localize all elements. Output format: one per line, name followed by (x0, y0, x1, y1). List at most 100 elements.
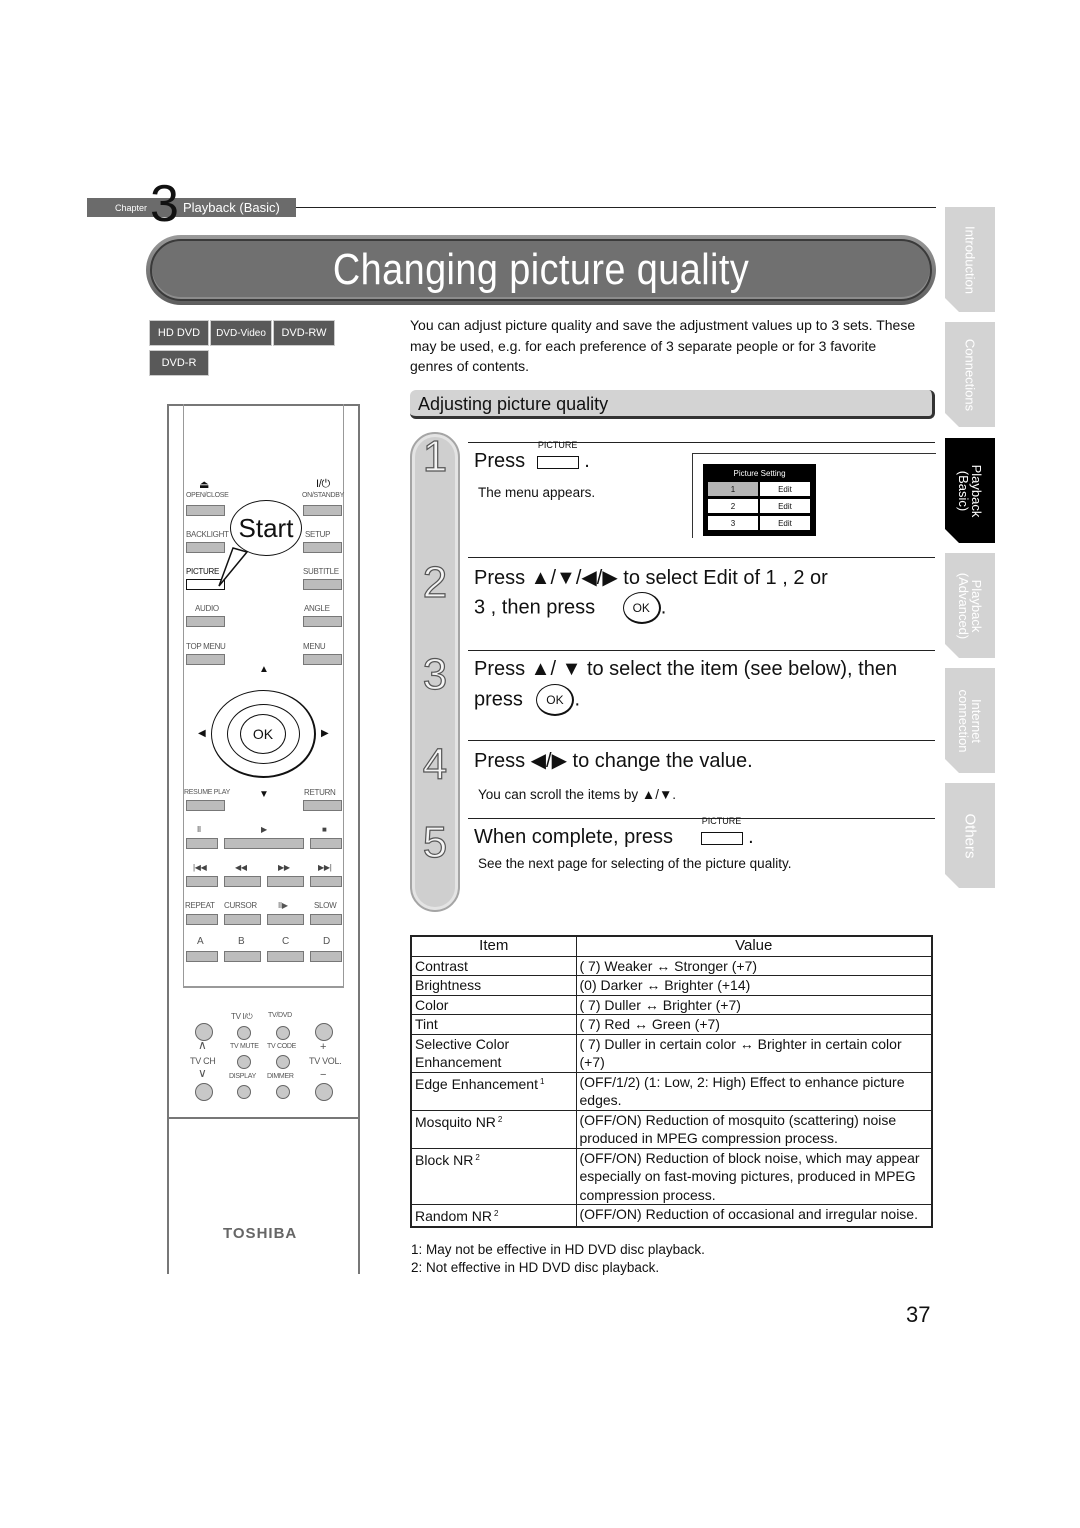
cursor-button[interactable] (224, 914, 261, 925)
b-button[interactable] (224, 951, 261, 962)
ok-button[interactable]: OK (240, 714, 286, 754)
section-header: Adjusting picture quality (410, 390, 935, 419)
subtitle-button[interactable] (303, 579, 342, 590)
tv-mute-button[interactable] (237, 1055, 251, 1069)
step-2-text: 3 , then press (474, 596, 596, 619)
footnote-marker: 2 (497, 1114, 503, 1124)
side-tab-label: Playback (Basic) (956, 464, 984, 517)
chapter-label: Chapter (115, 203, 148, 213)
top-menu-button[interactable] (186, 654, 225, 665)
menu-row-3-action: Edit (760, 516, 810, 530)
table-cell-item: Mosquito NR 2 (410, 1109, 577, 1149)
table-cell-item: Contrast (410, 955, 577, 976)
table-header-row: Item Value (410, 935, 933, 957)
step-2-period: . (660, 596, 667, 619)
angle-button[interactable] (303, 616, 342, 627)
step-4-heading: Press ◀/▶ to change the value. (474, 750, 753, 772)
table-cell-value: (OFF/ON) Reduction of mosquito (scatteri… (575, 1109, 933, 1149)
play-button[interactable] (224, 838, 304, 849)
audio-button[interactable] (186, 616, 225, 627)
label-d: D (323, 936, 330, 947)
step-3-rule (468, 650, 935, 651)
side-tab-label: Playback (Advanced) (956, 572, 984, 639)
step-number-5: 5 (422, 817, 448, 867)
remote-divider (169, 1117, 358, 1119)
menu-button[interactable] (303, 654, 342, 665)
tv-power-button[interactable] (237, 1026, 251, 1040)
footnote-marker: 2 (475, 1152, 480, 1162)
table-cell-value: (OFF/ON) Reduction of occasional and irr… (575, 1204, 933, 1227)
fast-forward-button[interactable] (267, 876, 304, 887)
right-arrow-icon: ▶ (321, 728, 329, 739)
side-tab-others[interactable]: Others (945, 783, 995, 888)
tv-code-button[interactable] (276, 1055, 290, 1069)
setup-button[interactable] (303, 542, 342, 553)
pause-button[interactable] (186, 838, 218, 849)
item-name: Contrast (415, 957, 468, 974)
side-tab-connections[interactable]: Connections (945, 322, 995, 427)
chapter-number: 3 (150, 175, 179, 233)
side-tab-internet-connection[interactable]: Internet connection (945, 668, 995, 773)
tv-vol-up-button[interactable] (315, 1023, 333, 1041)
page-title: Changing picture quality (332, 245, 750, 294)
display-button[interactable] (237, 1085, 251, 1099)
c-button[interactable] (267, 951, 304, 962)
table-header-value: Value (575, 935, 933, 957)
title-banner-inner: Changing picture quality (150, 239, 932, 301)
label-tv-power: TV I/⏻ (231, 1012, 253, 1021)
footnotes: 1: May not be effective in HD DVD disc p… (411, 1241, 705, 1277)
return-button[interactable] (303, 800, 342, 811)
table-cell-value: ( 7) Duller ↔ Brighter (+7) (575, 994, 933, 1015)
a-button[interactable] (186, 951, 218, 962)
side-tab-playback-advanced[interactable]: Playback (Advanced) (945, 553, 995, 658)
step-2-rule (468, 557, 935, 558)
step-5-heading: When complete, press PICTURE . (474, 816, 754, 849)
label-tv-vol: TV VOL. (309, 1056, 342, 1066)
rewind-button[interactable] (224, 876, 261, 887)
picture-button-caption: PICTURE (701, 816, 742, 826)
side-tab-introduction[interactable]: Introduction (945, 207, 995, 312)
vol-up-icon: + (320, 1041, 327, 1053)
repeat-button[interactable] (186, 914, 218, 925)
label-dimmer: DIMMER (267, 1073, 294, 1080)
step-1-period: . (584, 450, 590, 472)
label-repeat: REPEAT (185, 901, 215, 910)
picture-button-icon: PICTURE (536, 440, 579, 469)
d-button[interactable] (310, 951, 342, 962)
table-header-item: Item (410, 935, 577, 957)
tv-ch-down-button[interactable] (195, 1083, 213, 1101)
table-body: Contrast( 7) Weaker ↔ Stronger (+7) Brigh… (410, 955, 933, 1227)
step-5-text: When complete, press (474, 826, 673, 848)
menu-row-1-number: 1 (708, 482, 758, 496)
ch-down-icon: ∨ (198, 1066, 207, 1080)
label-a: A (197, 936, 204, 947)
table-cell-value: ( 7) Red ↔ Green (+7) (575, 1014, 933, 1035)
slow-button[interactable] (310, 914, 342, 925)
on-standby-button[interactable] (303, 505, 342, 516)
frame-step-button[interactable] (267, 914, 304, 925)
table-cell-item: Block NR 2 (410, 1147, 577, 1205)
table-cell-item: Selective Color Enhancement (410, 1033, 577, 1073)
dimmer-button[interactable] (276, 1085, 290, 1099)
footnote-1: 1: May not be effective in HD DVD disc p… (411, 1242, 705, 1257)
skip-forward-button[interactable] (310, 876, 342, 887)
table-row: Color ( 7) Duller ↔ Brighter (+7) (410, 994, 933, 1015)
ch-up-icon: ∧ (198, 1038, 207, 1052)
menu-row-2-action: Edit (760, 499, 810, 513)
skip-forward-icon: ▶▶| (318, 863, 332, 872)
tv-dvd-button[interactable] (276, 1026, 290, 1040)
stop-button[interactable] (310, 838, 342, 849)
skip-back-button[interactable] (186, 876, 218, 887)
label-b: B (238, 936, 245, 947)
title-banner: Changing picture quality (146, 235, 936, 305)
skip-back-icon: |◀◀ (193, 863, 207, 872)
side-tab-playback-basic[interactable]: Playback (Basic) (945, 438, 995, 543)
resume-play-button[interactable] (186, 800, 225, 811)
open-close-button[interactable] (186, 505, 225, 516)
table-cell-value: (OFF/ON) Reduction of block noise, which… (575, 1147, 933, 1205)
chapter-name: Playback (Basic) (183, 200, 280, 215)
power-icon: I/⏻ (316, 478, 330, 490)
badge-dvd-video: DVD-Video (210, 320, 272, 346)
step-2-line2: 3 , then press OK. (474, 592, 666, 624)
tv-vol-down-button[interactable] (315, 1083, 333, 1101)
